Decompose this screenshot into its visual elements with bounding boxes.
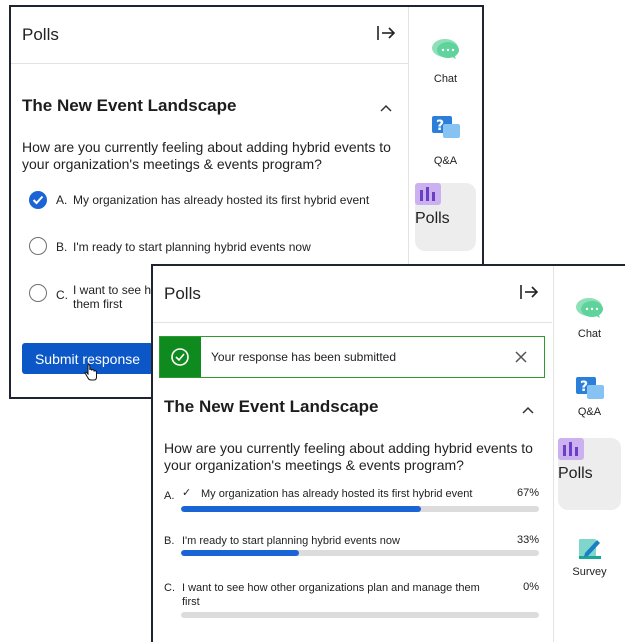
svg-text:?: ?	[580, 379, 588, 395]
collapse-arrow-icon	[377, 26, 396, 40]
result-text-line-1: I want to see how other organizations pl…	[182, 582, 480, 594]
result-letter: A.	[164, 490, 175, 502]
success-message: Your response has been submitted	[211, 350, 397, 364]
rail-item-polls[interactable]: Polls	[558, 438, 621, 510]
polls-icon	[415, 183, 476, 210]
chat-icon	[575, 296, 605, 325]
option-letter: C.	[56, 288, 68, 302]
poll-title: The New Event Landscape	[22, 96, 237, 115]
collapse-panel-button[interactable]	[518, 282, 542, 304]
option-text-line-1: I want to see h	[73, 283, 152, 297]
result-percent: 33%	[516, 534, 539, 546]
option-text: I'm ready to start planning hybrid event…	[73, 240, 311, 254]
collapse-arrow-icon	[520, 285, 539, 299]
hand-cursor-icon	[84, 364, 98, 387]
rail-item-chat[interactable]: Chat	[409, 33, 482, 93]
chevron-up-icon	[522, 406, 534, 414]
result-bar-fill	[181, 506, 421, 512]
result-bar	[181, 506, 539, 512]
polls-header: Polls	[11, 7, 409, 64]
rail-item-qa[interactable]: ? Q&A	[554, 376, 625, 432]
panel-title: Polls	[22, 25, 59, 44]
rail-label: Q&A	[433, 155, 458, 167]
checkmark-icon	[32, 195, 44, 205]
qa-icon: ?	[575, 376, 605, 407]
svg-text:?: ?	[436, 118, 444, 134]
side-rail: Chat ? Q&A Polls	[553, 266, 625, 642]
collapse-poll-button[interactable]	[379, 100, 395, 112]
qa-icon: ?	[431, 115, 461, 146]
rail-label: Chat	[433, 73, 458, 85]
collapse-poll-button[interactable]	[521, 402, 537, 414]
success-alert: Your response has been submitted	[159, 336, 545, 378]
close-icon	[515, 351, 527, 363]
rail-item-survey[interactable]: Survey	[554, 536, 625, 592]
option-letter: A.	[56, 193, 68, 207]
rail-item-qa[interactable]: ? Q&A	[409, 115, 482, 171]
poll-question: How are you currently feeling about addi…	[164, 440, 533, 473]
result-text: My organization has already hosted its f…	[201, 488, 473, 500]
poll-title: The New Event Landscape	[164, 397, 379, 416]
result-bar	[181, 550, 539, 556]
result-letter: C.	[164, 582, 175, 594]
rail-label: Survey	[572, 566, 607, 578]
rail-label: Q&A	[577, 406, 602, 418]
poll-question: How are you currently feeling about addi…	[22, 139, 391, 172]
polls-main: Polls Your response has been submitted T…	[153, 266, 552, 642]
result-bar-fill	[181, 550, 300, 556]
rail-item-polls[interactable]: Polls	[415, 183, 476, 251]
dismiss-alert-button[interactable]	[514, 350, 528, 369]
chevron-up-icon	[380, 104, 392, 112]
radio-unchecked[interactable]	[29, 284, 47, 302]
rail-label: Chat	[577, 328, 602, 340]
option-text: My organization has already hosted its f…	[73, 193, 370, 207]
option-letter: B.	[56, 240, 68, 254]
selected-check-icon: ✓	[182, 487, 192, 499]
result-text-line-2: first	[182, 596, 200, 608]
radio-unchecked[interactable]	[29, 237, 47, 255]
result-text: I'm ready to start planning hybrid event…	[182, 535, 400, 547]
rail-label: Polls	[415, 210, 450, 227]
panel-title: Polls	[164, 284, 201, 303]
rail-item-chat[interactable]: Chat	[554, 292, 625, 352]
result-percent: 67%	[516, 487, 539, 499]
rail-label: Polls	[558, 465, 593, 482]
polls-panel-after-submit: Polls Your response has been submitted T…	[151, 264, 625, 642]
polls-header: Polls	[153, 266, 552, 323]
radio-checked[interactable]	[29, 191, 47, 209]
success-badge	[160, 337, 201, 377]
polls-icon	[558, 438, 621, 465]
check-circle-icon	[171, 348, 189, 366]
result-percent: 0%	[523, 581, 539, 593]
collapse-panel-button[interactable]	[375, 23, 399, 45]
result-bar	[181, 612, 539, 618]
survey-icon	[577, 536, 603, 567]
chat-icon	[431, 37, 461, 66]
option-text-line-2: them first	[73, 297, 123, 311]
result-letter: B.	[164, 535, 175, 547]
